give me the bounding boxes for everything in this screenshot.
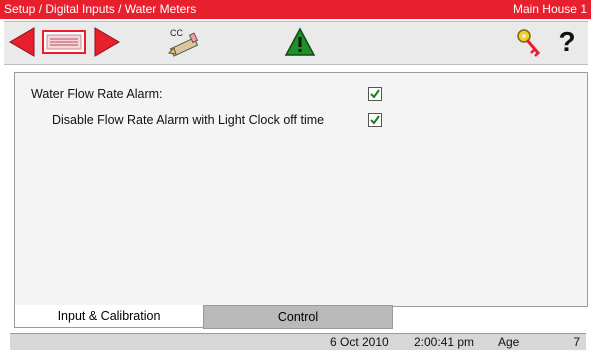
tab-control[interactable]: Control — [203, 305, 393, 329]
cc-edit-button[interactable]: CC — [164, 25, 204, 59]
water-flow-rate-alarm-label: Water Flow Rate Alarm: — [31, 87, 163, 101]
status-bar: 6 Oct 2010 2:00:41 pm Age 7 — [10, 333, 586, 350]
alarm-button[interactable] — [283, 25, 317, 59]
forward-button[interactable] — [92, 25, 122, 59]
status-time: 2:00:41 pm — [414, 335, 475, 349]
house-label: Main House 1 — [512, 2, 587, 16]
status-age-value: 7 — [573, 335, 580, 349]
title-bar: Setup / Digital Inputs / Water Meters Ma… — [0, 0, 591, 19]
keypad-icon — [42, 30, 86, 54]
help-button[interactable]: ? — [550, 25, 584, 59]
back-button[interactable] — [7, 25, 37, 59]
breadcrumb: Setup / Digital Inputs / Water Meters — [4, 2, 197, 16]
settings-panel: Water Flow Rate Alarm: Disable Flow Rate… — [14, 72, 588, 307]
alarm-warning-icon — [284, 27, 316, 56]
status-age-label: Age — [498, 335, 520, 349]
keypad-button[interactable] — [40, 25, 88, 59]
back-arrow-icon — [9, 27, 35, 57]
disable-flow-rate-alarm-checkbox[interactable] — [368, 113, 382, 127]
tab-input-calibration[interactable]: Input & Calibration — [14, 305, 204, 328]
toolbar: CC ? — [4, 21, 588, 65]
checkmark-icon — [370, 115, 380, 125]
security-key-button[interactable] — [512, 25, 546, 59]
status-date: 6 Oct 2010 — [330, 335, 389, 349]
water-flow-rate-alarm-checkbox[interactable] — [368, 87, 382, 101]
checkmark-icon — [370, 89, 380, 99]
cc-label: CC — [170, 28, 183, 38]
key-icon — [517, 29, 541, 57]
help-icon: ? — [558, 26, 576, 57]
forward-arrow-icon — [94, 27, 120, 57]
cc-pencil-icon: CC — [167, 28, 199, 57]
tab-bar: Input & Calibration Control — [14, 305, 586, 329]
disable-flow-rate-alarm-label: Disable Flow Rate Alarm with Light Clock… — [52, 113, 325, 127]
